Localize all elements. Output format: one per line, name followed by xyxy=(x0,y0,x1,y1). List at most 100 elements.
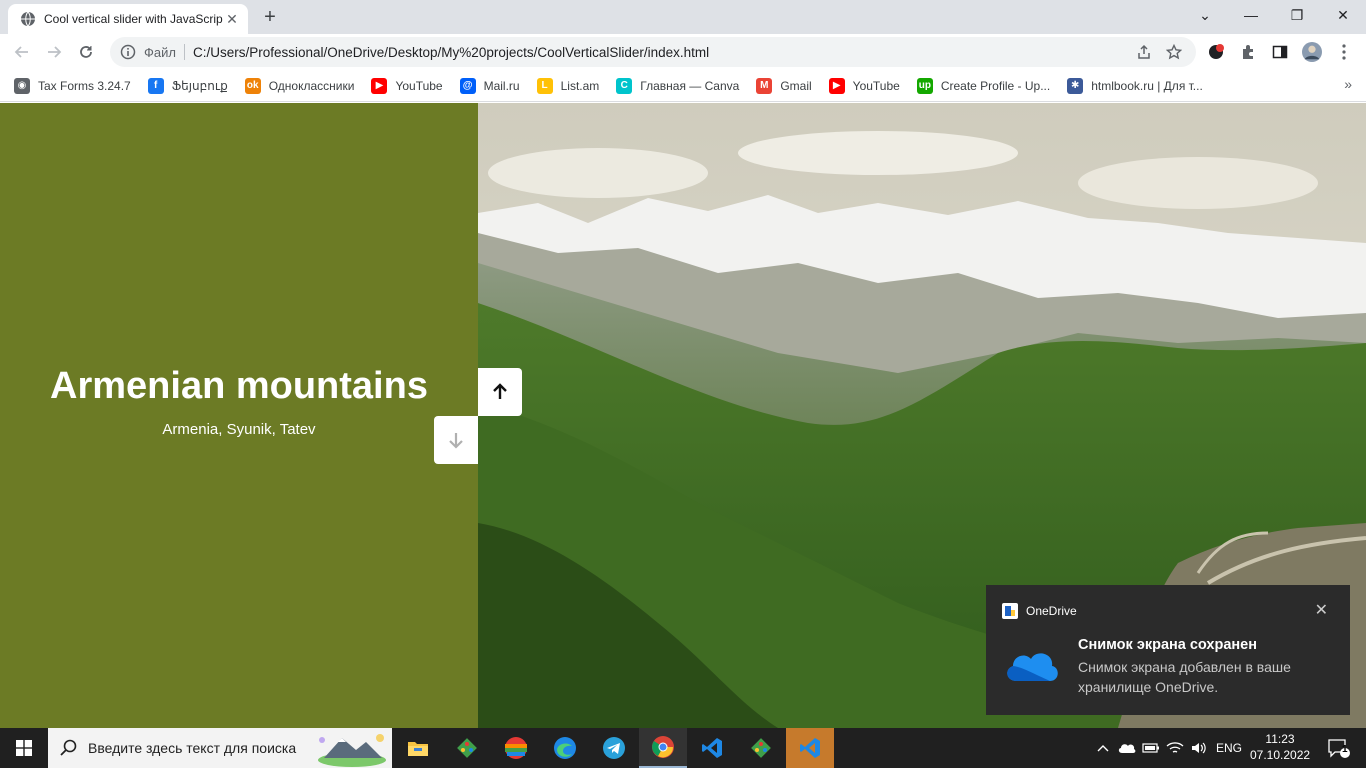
taskbar-search-box[interactable]: Введите здесь текст для поиска xyxy=(48,728,392,768)
bookmark-label: YouTube xyxy=(395,78,443,93)
start-button[interactable] xyxy=(0,728,48,768)
extensions-puzzle-icon[interactable] xyxy=(1238,42,1258,62)
browser-tab-bar: Cool vertical slider with JavaScrip ✕ + … xyxy=(0,0,1366,34)
bookmark-label: htmlbook.ru | Для т... xyxy=(1091,78,1203,93)
bookmark-item[interactable]: M Gmail xyxy=(756,77,812,94)
windows-logo-icon xyxy=(16,740,32,756)
bookmark-label: Create Profile - Up... xyxy=(940,78,1051,93)
language-indicator[interactable]: ENG xyxy=(1212,728,1246,768)
bookmark-item[interactable]: C Главная — Canva xyxy=(616,77,740,94)
arrow-right-icon xyxy=(48,46,62,58)
slide-title: Armenian mountains xyxy=(50,365,428,407)
extension-badge-icon[interactable] xyxy=(1206,42,1226,62)
slider-up-button[interactable] xyxy=(478,368,522,416)
action-center-button[interactable]: 1 xyxy=(1318,728,1358,768)
slide-subtitle: Armenia, Syunik, Tatev xyxy=(162,421,316,438)
wifi-icon[interactable] xyxy=(1164,728,1186,768)
file-explorer-icon[interactable] xyxy=(394,728,442,768)
notification-count-badge: 1 xyxy=(1342,744,1348,755)
bookmark-item[interactable]: L List.am xyxy=(536,77,599,94)
menu-kebab-icon[interactable] xyxy=(1334,42,1354,62)
tab-title: Cool vertical slider with JavaScrip xyxy=(44,12,223,26)
onedrive-notification[interactable]: OneDrive ✕ Снимок экрана сохранен Снимок… xyxy=(986,585,1350,715)
side-panel-icon[interactable] xyxy=(1270,42,1290,62)
chrome-browser-icon[interactable] xyxy=(639,728,687,768)
htmlbook-icon: ✱ xyxy=(1067,77,1084,94)
notification-title: Снимок экрана сохранен xyxy=(1078,637,1257,653)
onedrive-cloud-icon xyxy=(1007,653,1058,681)
taskbar-clock[interactable]: 11:23 07.10.2022 xyxy=(1250,731,1310,763)
listam-icon: L xyxy=(536,77,553,94)
volume-icon[interactable] xyxy=(1188,728,1210,768)
bookmark-item[interactable]: ▶ YouTube xyxy=(828,77,900,94)
arrow-down-icon xyxy=(449,433,463,449)
share-icon[interactable] xyxy=(1136,44,1152,60)
onedrive-app-icon xyxy=(1002,603,1018,619)
tab-search-icon[interactable]: ⌄ xyxy=(1182,0,1228,30)
telegram-icon[interactable] xyxy=(590,728,638,768)
notification-close-icon[interactable]: ✕ xyxy=(1315,600,1328,620)
odnoklassniki-icon: ok xyxy=(244,77,261,94)
profile-avatar[interactable] xyxy=(1302,42,1322,62)
minimize-button[interactable]: — xyxy=(1228,0,1274,30)
forward-button[interactable] xyxy=(40,38,68,66)
bookmark-label: Ֆեյսբուք xyxy=(171,78,228,93)
browser-tab[interactable]: Cool vertical slider with JavaScrip ✕ xyxy=(8,4,248,34)
info-icon[interactable] xyxy=(120,44,136,60)
arrow-up-icon xyxy=(493,383,507,399)
bookmark-item[interactable]: up Create Profile - Up... xyxy=(916,77,1051,94)
bookmark-item[interactable]: ✱ htmlbook.ru | Для т... xyxy=(1067,77,1203,94)
gmail-icon: M xyxy=(756,77,773,94)
tray-chevron-up-icon[interactable] xyxy=(1094,728,1112,768)
close-window-button[interactable]: ✕ xyxy=(1320,0,1366,30)
url-separator xyxy=(183,44,185,60)
bookmark-item[interactable]: ◉ Tax Forms 3.24.7 xyxy=(14,77,131,94)
address-bar[interactable]: Файл C:/Users/Professional/OneDrive/Desk… xyxy=(110,37,1196,67)
youtube-icon: ▶ xyxy=(828,77,845,94)
bookmarks-overflow-icon[interactable]: » xyxy=(1344,76,1352,92)
facebook-icon: f xyxy=(147,77,164,94)
upwork-icon: up xyxy=(916,77,933,94)
mailru-icon: @ xyxy=(459,77,476,94)
browser-toolbar: Файл C:/Users/Professional/OneDrive/Desk… xyxy=(0,34,1366,70)
edge-browser-icon[interactable] xyxy=(541,728,589,768)
reload-icon xyxy=(80,46,92,58)
git-app-icon-2[interactable] xyxy=(737,728,785,768)
bookmark-item[interactable]: ▶ YouTube xyxy=(371,77,443,94)
bookmark-item[interactable]: ok Одноклассники xyxy=(244,77,355,94)
windows-taskbar: Введите здесь текст для поиска ENG 11:23… xyxy=(0,728,1366,768)
canva-icon: C xyxy=(616,77,633,94)
bookmark-label: YouTube xyxy=(852,78,900,93)
bookmark-label: Главная — Canva xyxy=(640,78,740,93)
url-scheme-label: Файл xyxy=(144,44,176,60)
notification-body: Снимок экрана добавлен в ваше хранилище … xyxy=(1078,659,1291,695)
maximize-button[interactable]: ❐ xyxy=(1274,0,1320,30)
search-icon xyxy=(60,739,77,756)
url-text[interactable]: C:/Users/Professional/OneDrive/Desktop/M… xyxy=(193,45,1186,60)
bookmark-item[interactable]: @ Mail.ru xyxy=(459,77,520,94)
clock-time: 11:23 xyxy=(1265,732,1295,746)
onedrive-tray-icon[interactable] xyxy=(1116,728,1138,768)
slide-text-panel: Armenian mountains Armenia, Syunik, Tate… xyxy=(0,103,478,728)
new-tab-button[interactable]: + xyxy=(258,6,282,30)
bookmark-label: Одноклассники xyxy=(268,78,355,93)
battery-icon[interactable] xyxy=(1140,728,1162,768)
search-highlight-illustration xyxy=(318,734,386,767)
back-button[interactable] xyxy=(8,38,36,66)
bookmark-item[interactable]: f Ֆեյսբուք xyxy=(147,77,228,94)
youtube-icon: ▶ xyxy=(371,77,388,94)
slider-down-button[interactable] xyxy=(434,416,478,464)
rainbow-app-icon[interactable] xyxy=(492,728,540,768)
notification-app-name: OneDrive xyxy=(1026,604,1077,618)
bookmark-label: Mail.ru xyxy=(483,78,520,93)
reload-button[interactable] xyxy=(72,38,100,66)
clock-date: 07.10.2022 xyxy=(1250,748,1311,762)
vscode-icon[interactable] xyxy=(688,728,736,768)
bookmark-label: Gmail xyxy=(780,78,812,93)
git-app-icon[interactable] xyxy=(443,728,491,768)
bookmarks-bar: ◉ Tax Forms 3.24.7 f Ֆեյսբուք ok Одноклассник… xyxy=(0,70,1366,102)
bookmark-label: Tax Forms 3.24.7 xyxy=(38,78,131,93)
bookmark-star-icon[interactable] xyxy=(1166,44,1182,60)
tab-close-icon[interactable]: ✕ xyxy=(224,11,240,27)
vscode-icon-2[interactable] xyxy=(786,728,834,768)
